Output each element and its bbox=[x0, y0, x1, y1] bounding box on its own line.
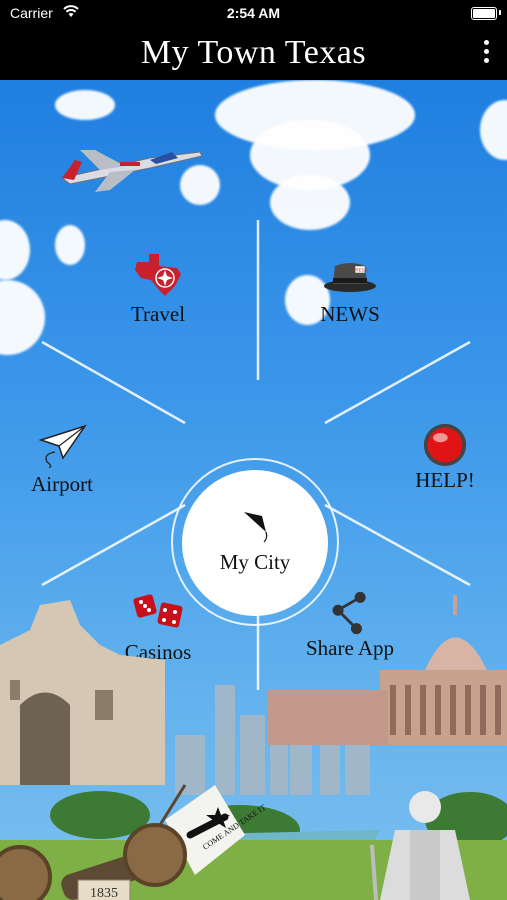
home-background: Travel PRESS NEWS Airport HELP! Casinos … bbox=[0, 80, 507, 900]
status-bar: Carrier 2:54 AM bbox=[0, 0, 507, 28]
paper-plane-icon bbox=[38, 424, 87, 468]
alamo bbox=[0, 600, 165, 785]
news-label: NEWS bbox=[320, 302, 380, 326]
airport-label: Airport bbox=[31, 472, 93, 496]
jet-icon bbox=[60, 150, 203, 192]
my-city-label: My City bbox=[219, 550, 291, 574]
help-button[interactable]: HELP! bbox=[375, 422, 507, 493]
clock: 2:54 AM bbox=[226, 5, 281, 21]
capitol-building bbox=[268, 595, 507, 745]
news-button[interactable]: PRESS NEWS bbox=[280, 252, 420, 327]
kite-icon bbox=[244, 512, 268, 543]
travel-button[interactable]: Travel bbox=[88, 252, 228, 327]
texas-map-icon bbox=[135, 254, 181, 296]
red-button-icon bbox=[423, 423, 467, 467]
cannon-plaque-text: 1835 bbox=[90, 886, 118, 900]
texas-scenery: COME AND TAKE IT 1835 bbox=[0, 595, 507, 900]
battery-icon bbox=[471, 7, 497, 20]
travel-label: Travel bbox=[130, 302, 186, 326]
help-label: HELP! bbox=[415, 468, 475, 492]
svg-text:PRESS: PRESS bbox=[352, 268, 367, 273]
more-vertical-icon[interactable] bbox=[481, 40, 491, 68]
app-bar: My Town Texas bbox=[0, 28, 507, 80]
app-title: My Town Texas bbox=[140, 34, 367, 71]
airport-button[interactable]: Airport bbox=[0, 422, 132, 497]
press-hat-icon: PRESS bbox=[324, 263, 376, 292]
